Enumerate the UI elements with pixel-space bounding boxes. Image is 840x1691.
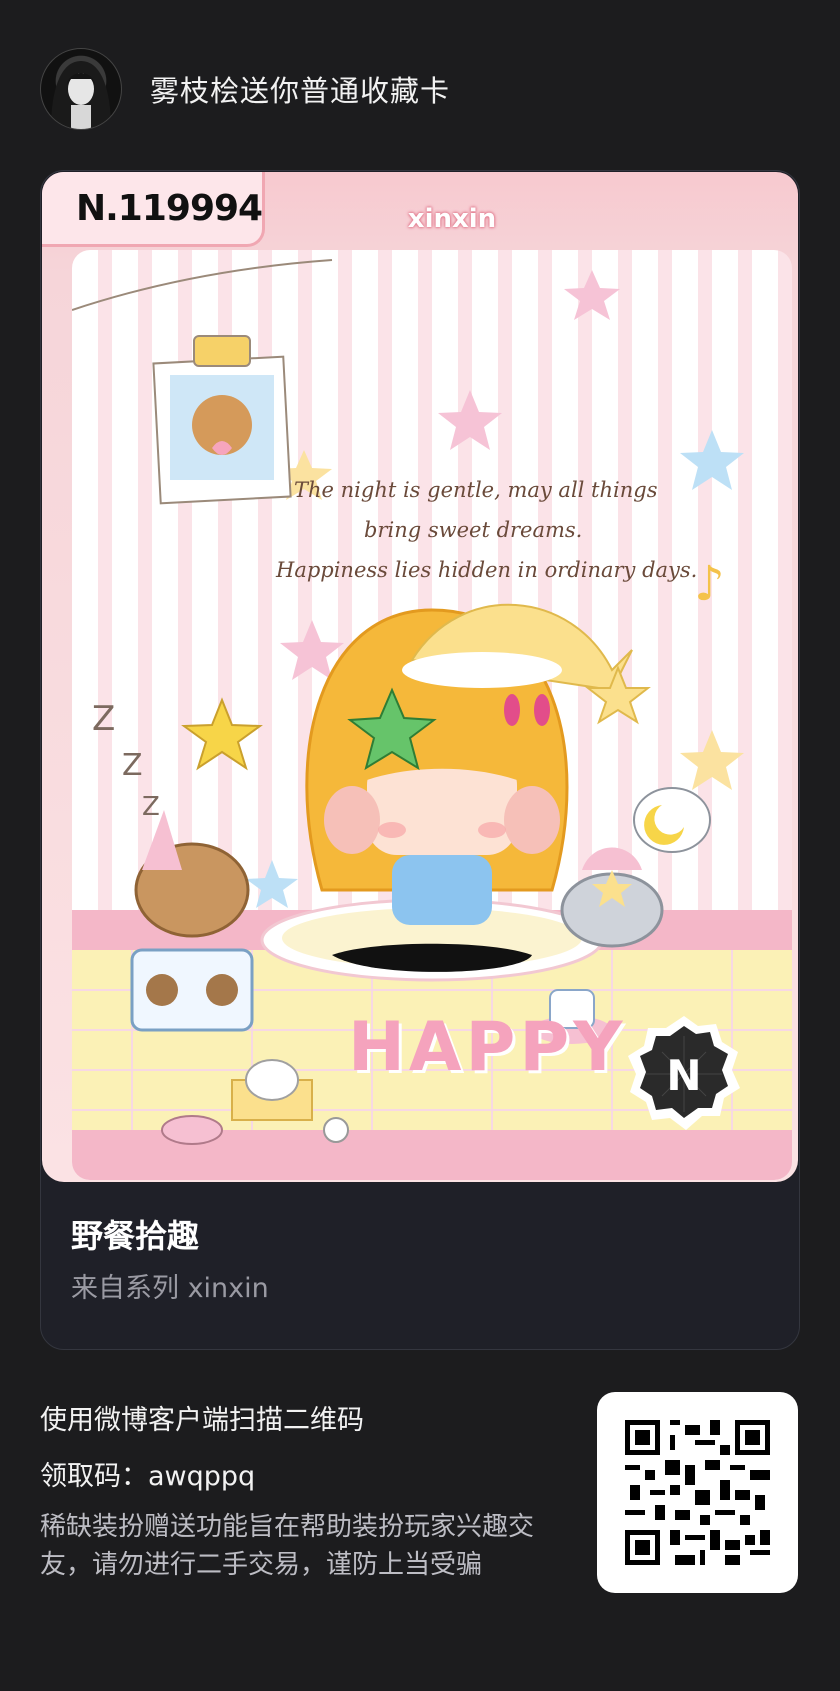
badge-n-icon: N bbox=[622, 1012, 746, 1136]
scan-instruction: 使用微博客户端扫描二维码 bbox=[40, 1405, 364, 1436]
svg-text:Z: Z bbox=[122, 748, 143, 783]
trade-warning: 稀缺装扮赠送功能旨在帮助装扮玩家兴趣交友，请勿进行二手交易，谨防上当受骗 bbox=[40, 1512, 535, 1580]
avatar[interactable] bbox=[40, 48, 122, 130]
svg-text:♪: ♪ bbox=[694, 556, 725, 612]
qr-code-icon[interactable] bbox=[597, 1392, 798, 1593]
collection-card[interactable]: ♪ Z Z Z The night is gentle, may all thi… bbox=[40, 170, 800, 1350]
svg-text:Z: Z bbox=[92, 699, 115, 739]
share-header: 雾枝桧送你普通收藏卡 bbox=[40, 48, 450, 130]
card-quote-line-3: Happiness lies hidden in ordinary days. bbox=[276, 558, 698, 582]
card-quote-line-2: bring sweet dreams. bbox=[364, 518, 583, 542]
serial-number: N.119994 bbox=[76, 188, 263, 229]
svg-text:Z: Z bbox=[142, 792, 160, 822]
claim-code[interactable]: 领取码：awqppq bbox=[40, 1454, 255, 1493]
serial-tab: N.119994 bbox=[42, 172, 265, 247]
card-quote-line-1: The night is gentle, may all things bbox=[294, 478, 658, 502]
badge-letter: N bbox=[666, 1051, 701, 1100]
series-tag: xinxin bbox=[407, 204, 497, 234]
share-title: 雾枝桧送你普通收藏卡 bbox=[150, 74, 451, 108]
card-name: 野餐拾趣 bbox=[71, 1217, 200, 1255]
card-series-line: 来自系列 xinxin bbox=[71, 1273, 269, 1304]
happy-text: HAPPY bbox=[348, 1008, 627, 1087]
